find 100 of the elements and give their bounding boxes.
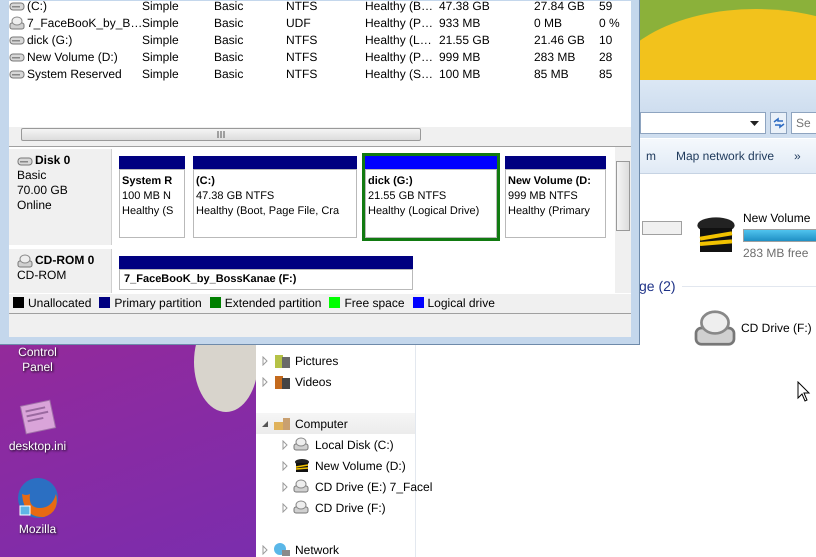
desktop-icon-label[interactable]: Control Panel — [2, 345, 72, 375]
drive-name[interactable]: New Volume — [743, 209, 816, 227]
toolbar-command[interactable]: Map network drive — [666, 144, 784, 167]
collapsed-triangle-icon[interactable] — [280, 460, 290, 470]
disk-info: Basic — [17, 168, 48, 183]
hat-drive-icon — [293, 458, 311, 474]
table-cell-text: 100 MB — [439, 66, 482, 82]
table-cell-text: Healthy (P… — [365, 14, 434, 32]
table-cell-text: Healthy (P… — [365, 48, 434, 66]
tree-item[interactable]: CD Drive (E:) 7_Facel — [256, 476, 432, 497]
tree-item[interactable]: Computer — [256, 413, 415, 434]
disk-info: 70.00 GB — [17, 183, 69, 198]
collapsed-triangle-icon[interactable] — [260, 544, 270, 554]
hard-drive-icon — [9, 1, 25, 12]
partition-name: dick (G:) — [368, 174, 414, 189]
tree-item[interactable]: Pictures — [256, 350, 415, 371]
scroll-thumb[interactable] — [616, 161, 630, 231]
table-cell-text: 28 — [599, 48, 614, 66]
table-cell-text: NTFS — [286, 32, 318, 48]
horizontal-scrollbar[interactable] — [9, 126, 631, 141]
collapsed-triangle-icon[interactable] — [280, 440, 290, 450]
search-field[interactable]: Se — [791, 112, 816, 134]
free-space-text: 283 MB free — [743, 245, 810, 262]
tree-item[interactable]: Videos — [256, 371, 415, 392]
tree-item-label[interactable]: CD Drive (F:) — [315, 498, 386, 516]
table-cell-text: NTFS — [286, 1, 318, 14]
table-cell-text: 21.46 GB — [534, 32, 586, 48]
partition-info: 100 MB N — [122, 189, 172, 204]
vertical-scrollbar[interactable] — [615, 147, 631, 293]
disk-name: Disk 0 — [35, 153, 70, 168]
pictures-icon — [273, 352, 291, 368]
drive-name[interactable]: CD Drive (F:) — [741, 319, 812, 337]
collapsed-triangle-icon[interactable] — [260, 376, 270, 386]
partition-info: Healthy (Primary — [508, 204, 591, 219]
tree-item-label[interactable]: Pictures — [295, 352, 338, 370]
tree-item[interactable]: Local Disk (C:) — [256, 434, 415, 455]
table-cell-text: Simple — [142, 14, 180, 32]
collapsed-triangle-icon[interactable] — [280, 502, 290, 512]
partition-name: New Volume (D: — [508, 174, 592, 189]
table-cell-text: New Volume (D:) — [27, 48, 118, 66]
desktop-icon-label[interactable]: Mozilla — [2, 522, 72, 537]
toolbar-command[interactable]: m — [636, 144, 666, 167]
disk-info: Online — [17, 198, 53, 213]
table-cell-text: 7_FaceBooK_by_B… — [27, 14, 142, 32]
table-cell-text: 283 MB — [534, 48, 576, 66]
table-cell-text: Basic — [214, 66, 244, 82]
legend-label: Logical drive — [428, 294, 495, 312]
tree-item-label[interactable]: CD Drive (E:) 7_Facel — [315, 478, 432, 496]
collapsed-triangle-icon[interactable] — [260, 356, 270, 366]
tree-item-label[interactable]: Local Disk (C:) — [315, 436, 394, 454]
tree-item-label[interactable]: Computer — [295, 414, 348, 432]
partition-info: Healthy (Logical Drive) — [368, 204, 480, 219]
dropdown-arrow-icon[interactable] — [750, 120, 759, 126]
partition-block[interactable]: dick (G:) 21.55 GB NTFS Healthy (Logical Drive) — [362, 153, 500, 241]
disc-drive-icon — [9, 16, 25, 30]
disc-drive-icon — [293, 478, 311, 494]
legend-label: Extended partition — [224, 294, 322, 312]
desktop-icon-label[interactable]: desktop.ini — [2, 439, 72, 454]
partition-info: 47.38 GB NTFS — [196, 189, 276, 204]
hard-drive-icon — [9, 34, 25, 46]
tree-item[interactable]: Network — [256, 539, 415, 557]
tree-item-label[interactable]: New Volume (D:) — [315, 456, 406, 474]
collapsed-triangle-icon[interactable] — [280, 482, 290, 492]
table-cell-text: 85 — [599, 66, 614, 82]
table-cell-text: 59 — [599, 1, 614, 14]
scroll-thumb[interactable] — [21, 128, 421, 140]
table-cell-text: Simple — [142, 48, 180, 66]
table-cell-text: NTFS — [286, 48, 318, 66]
partition-name: 7_FaceBooK_by_BossKanae (F:) — [124, 272, 298, 287]
table-cell-text: 47.38 GB — [439, 1, 491, 14]
table-cell-text: Healthy (B… — [365, 1, 434, 14]
table-cell-text: 21.55 GB — [439, 32, 491, 48]
disc-drive-icon[interactable] — [692, 309, 738, 347]
table-cell-text: 27.84 GB — [534, 1, 586, 14]
disk-info: CD-ROM — [17, 268, 68, 283]
table-cell-text: 0 MB — [534, 14, 564, 32]
table-cell-text: dick (G:) — [27, 32, 72, 48]
partition-name: (C:) — [196, 174, 216, 189]
tree-item-label[interactable]: Network — [295, 540, 340, 557]
network-globe-icon — [273, 542, 291, 557]
legend-label: Unallocated — [28, 294, 92, 312]
hard-drive-icon — [9, 68, 25, 80]
partition-name: System R — [122, 174, 174, 189]
tree-item-label[interactable]: Videos — [295, 372, 332, 390]
table-cell-text: UDF — [286, 14, 312, 32]
partition-info: 21.55 GB NTFS — [368, 189, 448, 204]
refresh-button[interactable] — [770, 112, 787, 134]
tree-item[interactable]: CD Drive (F:) — [256, 497, 415, 518]
table-cell-text: System Reserved — [27, 66, 122, 82]
refresh-icon[interactable] — [772, 117, 786, 130]
toolbar-command[interactable]: » — [784, 144, 811, 167]
section-heading: ge (2) — [639, 277, 676, 296]
tree-item[interactable]: New Volume (D:) — [256, 455, 415, 476]
table-cell-text: Simple — [142, 66, 180, 82]
table-cell-text: Basic — [214, 14, 244, 32]
folders-icon — [273, 416, 291, 432]
expanded-triangle-icon[interactable] — [260, 418, 270, 428]
table-cell-text: 933 MB — [439, 14, 482, 32]
table-cell-text: Healthy (L… — [365, 32, 433, 48]
legend-label: Free space — [344, 294, 404, 312]
